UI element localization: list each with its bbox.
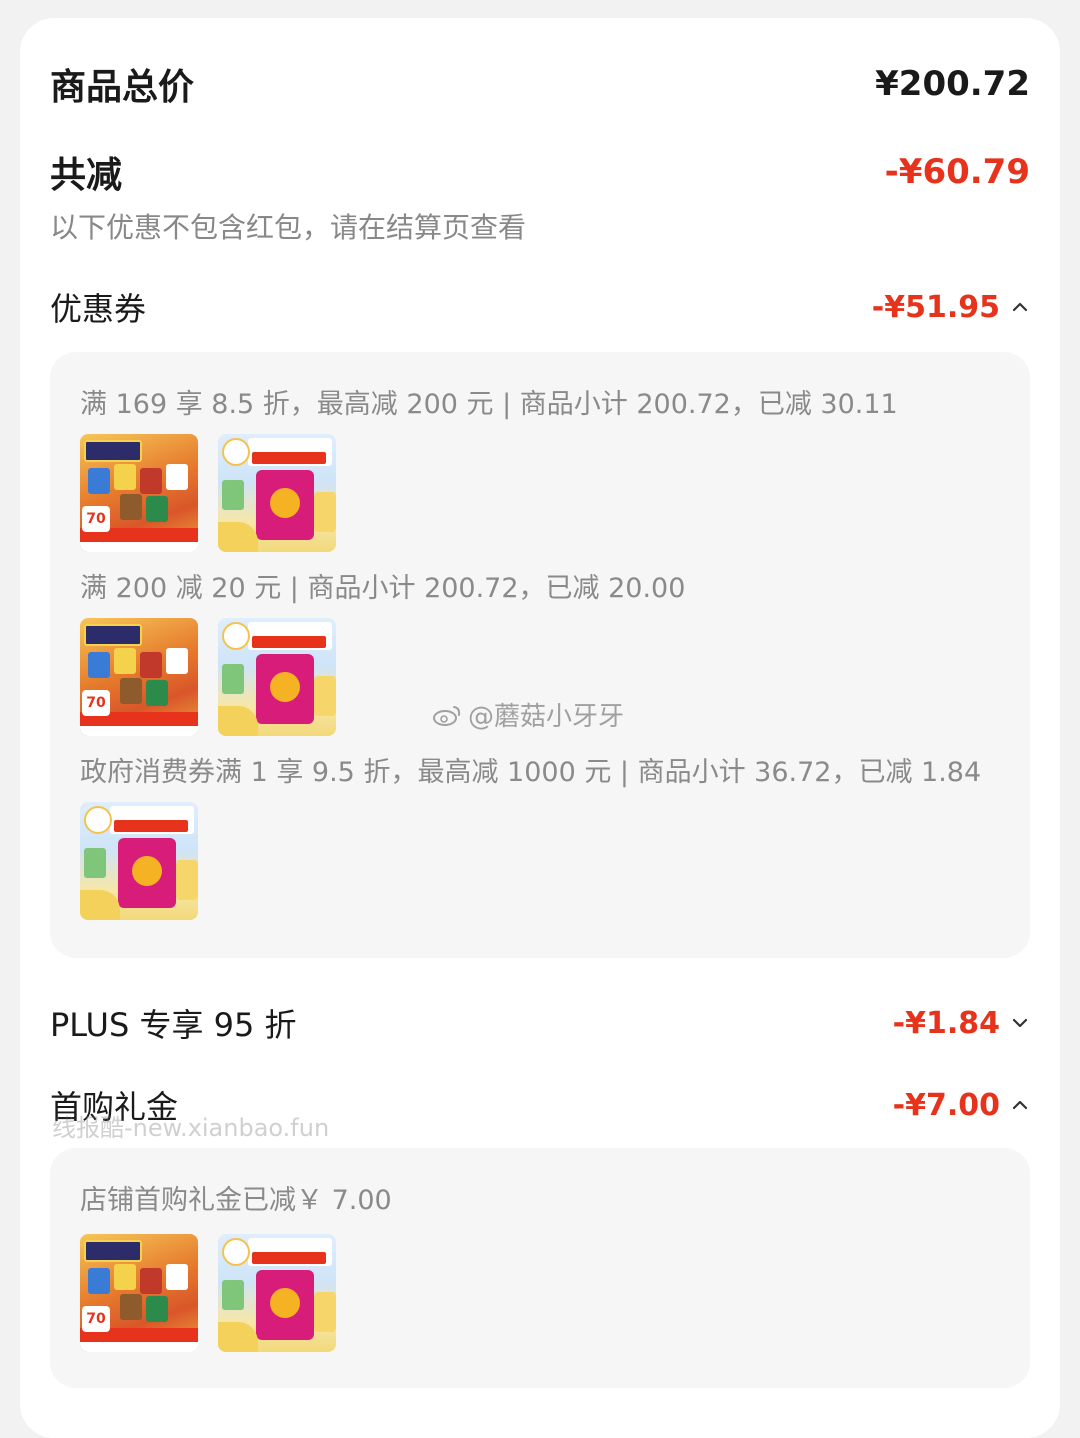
- first-buy-products: 70: [80, 1234, 336, 1352]
- reduce-label: 共减: [50, 155, 123, 196]
- coupon-rule-text: 满 169 享 8.5 折，最高减 200 元 | 商品小计 200.72，已减…: [80, 389, 898, 420]
- product-image-milk-calcium-cheese[interactable]: [218, 434, 336, 552]
- coupon-detail-panel: 满 169 享 8.5 折，最高减 200 元 | 商品小计 200.72，已减…: [50, 352, 1030, 958]
- coupon-rule-products: 70: [80, 434, 336, 552]
- coupon-value: -¥51.95: [871, 289, 1000, 325]
- weibo-watermark-text: @蘑菇小牙牙: [468, 702, 625, 732]
- product-image-snack-gift-box[interactable]: 70: [80, 1234, 198, 1352]
- product-image-milk-calcium-cheese[interactable]: [218, 1234, 336, 1352]
- total-value: ¥200.72: [875, 64, 1030, 104]
- snack-price-badge: 70: [82, 506, 110, 532]
- weibo-logo-icon: [433, 705, 461, 726]
- first-buy-value: -¥7.00: [892, 1087, 1000, 1123]
- first-buy-detail-text: 店铺首购礼金已减￥ 7.00: [80, 1185, 392, 1216]
- total-label: 商品总价: [50, 67, 195, 108]
- coupon-rule-products: [80, 802, 198, 920]
- snack-price-badge: 70: [82, 690, 110, 716]
- plus-discount-row[interactable]: PLUS 专享 95 折 -¥1.84: [50, 1000, 1030, 1046]
- product-image-snack-gift-box[interactable]: 70: [80, 618, 198, 736]
- chevron-up-icon[interactable]: [1010, 297, 1030, 317]
- coupon-rule-text: 满 200 减 20 元 | 商品小计 200.72，已减 20.00: [80, 573, 686, 604]
- reduce-value: -¥60.79: [884, 152, 1030, 192]
- product-image-milk-calcium-cheese[interactable]: [80, 802, 198, 920]
- coupon-row[interactable]: 优惠券 -¥51.95: [50, 284, 1030, 330]
- reduce-row: 共减 -¥60.79: [50, 146, 1030, 198]
- product-image-snack-gift-box[interactable]: 70: [80, 434, 198, 552]
- total-row: 商品总价 ¥200.72: [50, 58, 1030, 110]
- product-image-milk-calcium-cheese[interactable]: [218, 618, 336, 736]
- chevron-down-icon[interactable]: [1010, 1013, 1030, 1033]
- red-packet-note: 以下优惠不包含红包，请在结算页查看: [50, 211, 527, 244]
- coupon-rule-products: 70: [80, 618, 336, 736]
- coupon-label: 优惠券: [50, 290, 147, 328]
- first-buy-detail-panel: 店铺首购礼金已减￥ 7.00 70: [50, 1148, 1030, 1388]
- coupon-rule-text: 政府消费券满 1 享 9.5 折，最高减 1000 元 | 商品小计 36.72…: [80, 757, 982, 788]
- plus-discount-value: -¥1.84: [892, 1005, 1000, 1041]
- weibo-watermark: @蘑菇小牙牙: [432, 696, 624, 733]
- snack-price-badge: 70: [82, 1306, 110, 1332]
- plus-discount-label: PLUS 专享 95 折: [50, 1006, 297, 1044]
- chevron-up-icon[interactable]: [1010, 1095, 1030, 1115]
- site-watermark: 线报酷-new.xianbao.fun: [52, 1114, 330, 1142]
